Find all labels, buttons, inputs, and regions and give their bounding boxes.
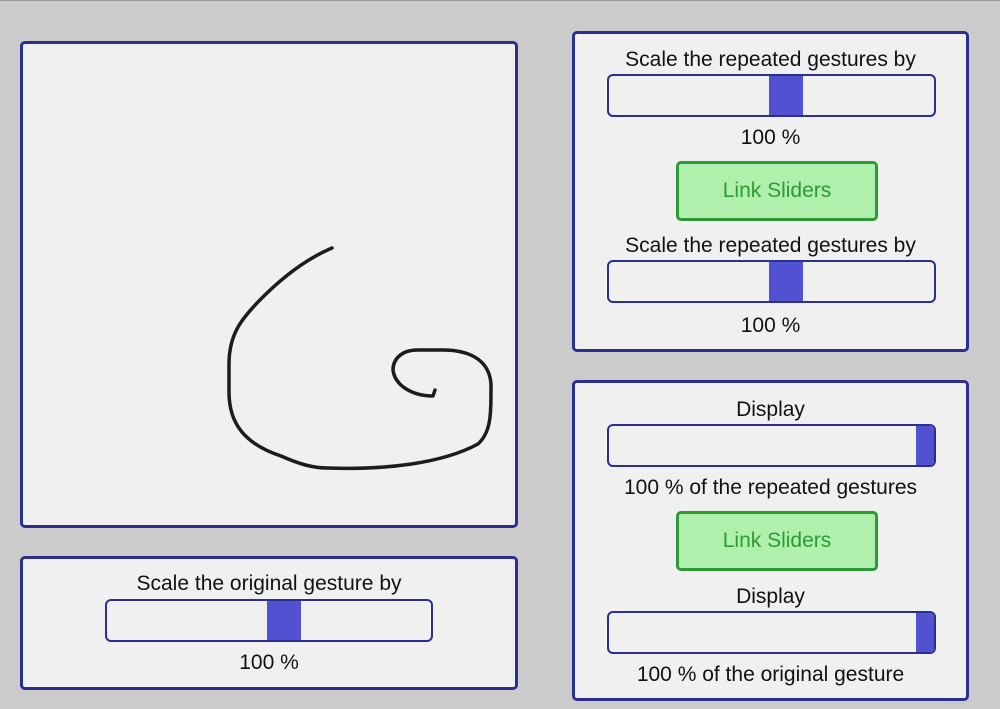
slider-thumb[interactable] [267, 601, 301, 640]
link-sliders-button[interactable]: Link Sliders [676, 161, 878, 221]
display-panel: Display 100 % of the repeated gestures L… [572, 380, 969, 701]
drawing-canvas[interactable] [20, 41, 518, 528]
original-scale-panel: Scale the original gesture by 100 % [20, 556, 518, 690]
repeated-scale-value-2: 100 % [740, 314, 801, 337]
original-scale-slider[interactable] [105, 599, 433, 642]
repeated-scale-value-1: 100 % [740, 126, 801, 149]
slider-thumb[interactable] [769, 76, 803, 115]
link-sliders-button[interactable]: Link Sliders [676, 511, 878, 571]
repeated-scale-slider-2[interactable] [607, 260, 936, 303]
gesture-stroke [227, 246, 493, 471]
display-value-1: 100 % of the repeated gestures [623, 476, 918, 499]
repeated-scale-panel: Scale the repeated gestures by 100 % Lin… [572, 31, 969, 352]
display-label-1: Display [736, 398, 805, 421]
slider-thumb[interactable] [916, 613, 934, 652]
original-scale-label: Scale the original gesture by [136, 572, 402, 595]
slider-thumb[interactable] [769, 262, 803, 301]
repeated-scale-slider-1[interactable] [607, 74, 936, 117]
display-value-2: 100 % of the original gesture [636, 663, 905, 686]
display-slider-1[interactable] [607, 424, 936, 467]
display-label-2: Display [736, 585, 805, 608]
original-scale-value: 100 % [239, 651, 299, 674]
repeated-scale-label-2: Scale the repeated gestures by [625, 234, 916, 257]
display-slider-2[interactable] [607, 611, 936, 654]
repeated-scale-label-1: Scale the repeated gestures by [625, 48, 916, 71]
slider-thumb[interactable] [916, 426, 934, 465]
